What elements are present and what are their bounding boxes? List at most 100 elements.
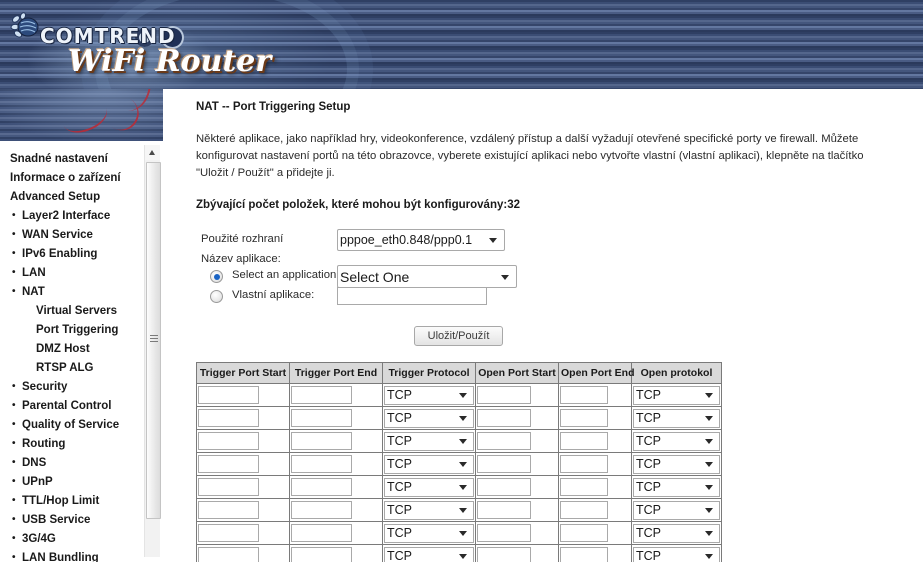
open-protocol-select[interactable]: TCPUDPTCP/UDP — [633, 546, 720, 562]
trigger-port-end-input[interactable] — [291, 547, 352, 562]
trigger-port-start-input[interactable] — [198, 455, 259, 473]
open-port-start-input[interactable] — [477, 501, 532, 519]
cell-open-protocol: TCPUDPTCP/UDP — [631, 429, 722, 453]
custom-application-radio[interactable] — [210, 290, 223, 303]
trigger-protocol-select[interactable]: TCPUDPTCP/UDP — [384, 500, 474, 520]
sidebar-item-nat[interactable]: NAT — [10, 283, 140, 302]
cell-open-port-end — [558, 429, 632, 453]
trigger-protocol-select[interactable]: TCPUDPTCP/UDP — [384, 546, 474, 562]
open-port-start-input[interactable] — [477, 455, 532, 473]
sidebar-navigation: Snadné nastavení Informace o zařízení Adva… — [0, 141, 140, 562]
sidebar-item-3g-4g[interactable]: 3G/4G — [10, 530, 140, 549]
select-application-radio[interactable] — [210, 270, 223, 283]
table-row: TCPUDPTCP/UDP TCPUDPTCP/UDP — [196, 406, 722, 430]
sidebar-scrollbar[interactable] — [144, 145, 161, 557]
trigger-protocol-select[interactable]: TCPUDPTCP/UDP — [384, 408, 474, 428]
trigger-protocol-select[interactable]: TCPUDPTCP/UDP — [384, 385, 474, 405]
trigger-port-start-input[interactable] — [198, 432, 259, 450]
open-port-start-input[interactable] — [477, 478, 532, 496]
sidebar-item-layer2-interface[interactable]: Layer2 Interface — [10, 207, 140, 226]
trigger-port-start-input[interactable] — [198, 547, 259, 562]
trigger-port-end-input[interactable] — [291, 386, 352, 404]
cell-trigger-protocol: TCPUDPTCP/UDP — [382, 452, 476, 476]
sidebar-item-lan-bundling[interactable]: LAN Bundling — [10, 549, 140, 562]
trigger-port-start-input[interactable] — [198, 478, 259, 496]
open-port-end-input[interactable] — [560, 432, 608, 450]
open-protocol-select[interactable]: TCPUDPTCP/UDP — [633, 408, 720, 428]
open-protocol-select-wrapper: TCPUDPTCP/UDP — [633, 477, 720, 497]
open-protocol-select[interactable]: TCPUDPTCP/UDP — [633, 500, 720, 520]
trigger-port-start-input[interactable] — [198, 386, 259, 404]
trigger-port-end-input[interactable] — [291, 409, 352, 427]
sidebar-item-informace-o-za-zen[interactable]: Informace o zařízení — [10, 169, 140, 188]
sidebar-item-parental-control[interactable]: Parental Control — [10, 397, 140, 416]
open-protocol-select[interactable]: TCPUDPTCP/UDP — [633, 523, 720, 543]
trigger-port-end-input[interactable] — [291, 432, 352, 450]
trigger-port-start-input[interactable] — [198, 409, 259, 427]
open-protocol-select[interactable]: TCPUDPTCP/UDP — [633, 477, 720, 497]
sidebar-item-dmz-host[interactable]: DMZ Host — [10, 340, 140, 359]
trigger-protocol-select[interactable]: TCPUDPTCP/UDP — [384, 523, 474, 543]
open-port-start-input[interactable] — [477, 547, 532, 562]
cell-open-port-start — [475, 498, 559, 522]
page-description: Některé aplikace, jako například hry, vi… — [196, 133, 864, 179]
application-name-label: Název aplikace: — [201, 253, 281, 265]
trigger-protocol-select[interactable]: TCPUDPTCP/UDP — [384, 431, 474, 451]
sidebar-item-ttl-hop-limit[interactable]: TTL/Hop Limit — [10, 492, 140, 511]
sidebar-item-port-triggering[interactable]: Port Triggering — [10, 321, 140, 340]
open-protocol-select[interactable]: TCPUDPTCP/UDP — [633, 454, 720, 474]
cell-trigger-port-start — [196, 544, 290, 562]
sidebar-item-ipv6-enabling[interactable]: IPv6 Enabling — [10, 245, 140, 264]
trigger-port-end-input[interactable] — [291, 455, 352, 473]
open-port-start-input[interactable] — [477, 409, 532, 427]
sidebar-item-rtsp-alg[interactable]: RTSP ALG — [10, 359, 140, 378]
sidebar-item-snadn-nastaven[interactable]: Snadné nastavení — [10, 150, 140, 169]
open-port-end-input[interactable] — [560, 409, 608, 427]
trigger-port-start-input[interactable] — [198, 501, 259, 519]
open-port-end-input[interactable] — [560, 524, 608, 542]
sidebar-item-routing[interactable]: Routing — [10, 435, 140, 454]
open-port-end-input[interactable] — [560, 501, 608, 519]
cell-trigger-port-start — [196, 498, 290, 522]
table-header-row: Trigger Port Start Trigger Port End Trig… — [196, 362, 722, 384]
interface-select[interactable]: pppoe_eth0.848/ppp0.1 — [337, 229, 505, 251]
sidebar-item-virtual-servers[interactable]: Virtual Servers — [10, 302, 140, 321]
comtrend-logo-icon — [10, 12, 39, 38]
trigger-protocol-select[interactable]: TCPUDPTCP/UDP — [384, 477, 474, 497]
custom-application-input[interactable] — [337, 287, 487, 305]
trigger-port-end-input[interactable] — [291, 501, 352, 519]
sidebar-item-wan-service[interactable]: WAN Service — [10, 226, 140, 245]
product-name: WiFi Router — [68, 44, 272, 79]
open-port-end-input[interactable] — [560, 478, 608, 496]
cell-open-protocol: TCPUDPTCP/UDP — [631, 498, 722, 522]
trigger-port-start-input[interactable] — [198, 524, 259, 542]
application-select-wrapper: Select One — [337, 265, 517, 288]
sidebar-item-quality-of-service[interactable]: Quality of Service — [10, 416, 140, 435]
open-protocol-select[interactable]: TCPUDPTCP/UDP — [633, 385, 720, 405]
trigger-port-end-input[interactable] — [291, 478, 352, 496]
sidebar-item-dns[interactable]: DNS — [10, 454, 140, 473]
application-select[interactable]: Select One — [337, 265, 517, 288]
sidebar-item-lan[interactable]: LAN — [10, 264, 140, 283]
sidebar-item-usb-service[interactable]: USB Service — [10, 511, 140, 530]
cell-open-port-start — [475, 383, 559, 407]
cell-open-port-start — [475, 452, 559, 476]
open-port-end-input[interactable] — [560, 547, 608, 562]
save-apply-button-top[interactable]: Uložit/Použít — [413, 326, 504, 346]
sidebar-item-upnp[interactable]: UPnP — [10, 473, 140, 492]
trigger-port-end-input[interactable] — [291, 524, 352, 542]
scroll-up-arrow-icon[interactable] — [145, 145, 160, 160]
open-port-start-input[interactable] — [477, 386, 532, 404]
open-port-end-input[interactable] — [560, 455, 608, 473]
open-protocol-select[interactable]: TCPUDPTCP/UDP — [633, 431, 720, 451]
open-protocol-select-wrapper: TCPUDPTCP/UDP — [633, 454, 720, 474]
trigger-protocol-select[interactable]: TCPUDPTCP/UDP — [384, 454, 474, 474]
sidebar-item-security[interactable]: Security — [10, 378, 140, 397]
scrollbar-thumb[interactable] — [146, 162, 161, 519]
open-protocol-select-wrapper: TCPUDPTCP/UDP — [633, 385, 720, 405]
sidebar-item-advanced-setup[interactable]: Advanced Setup — [10, 188, 140, 207]
page-title: NAT -- Port Triggering Setup — [196, 101, 351, 113]
open-port-end-input[interactable] — [560, 386, 608, 404]
open-port-start-input[interactable] — [477, 432, 532, 450]
open-port-start-input[interactable] — [477, 524, 532, 542]
